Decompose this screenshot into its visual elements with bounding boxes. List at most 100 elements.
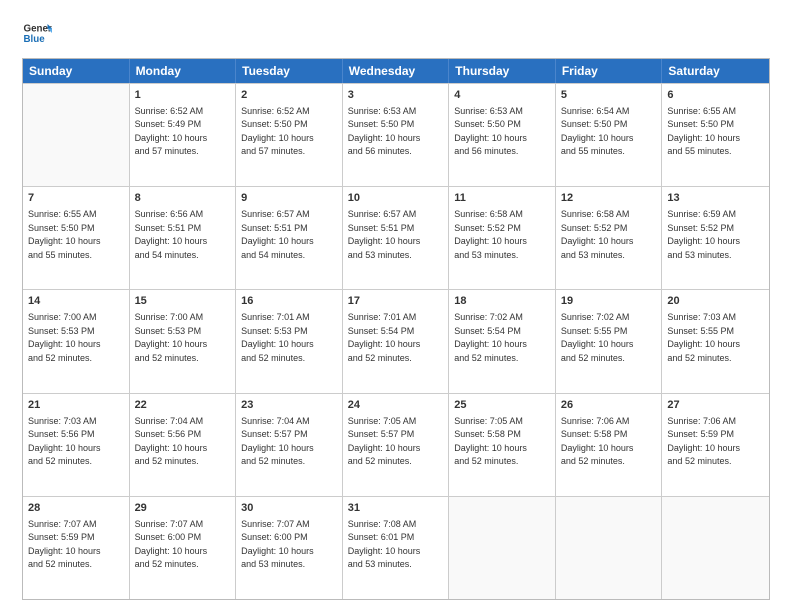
day-info: Sunrise: 6:58 AM Sunset: 5:52 PM Dayligh…	[454, 208, 550, 262]
day-number: 29	[135, 501, 231, 517]
calendar-cell: 27Sunrise: 7:06 AM Sunset: 5:59 PM Dayli…	[662, 394, 769, 496]
day-info: Sunrise: 7:07 AM Sunset: 6:00 PM Dayligh…	[241, 518, 337, 572]
weekday-header-wednesday: Wednesday	[343, 59, 450, 83]
day-info: Sunrise: 6:55 AM Sunset: 5:50 PM Dayligh…	[28, 208, 124, 262]
day-number: 17	[348, 294, 444, 310]
calendar-cell: 6Sunrise: 6:55 AM Sunset: 5:50 PM Daylig…	[662, 84, 769, 186]
day-info: Sunrise: 7:02 AM Sunset: 5:55 PM Dayligh…	[561, 311, 657, 365]
calendar-cell: 10Sunrise: 6:57 AM Sunset: 5:51 PM Dayli…	[343, 187, 450, 289]
day-info: Sunrise: 7:04 AM Sunset: 5:56 PM Dayligh…	[135, 415, 231, 469]
day-info: Sunrise: 7:03 AM Sunset: 5:56 PM Dayligh…	[28, 415, 124, 469]
day-info: Sunrise: 7:07 AM Sunset: 5:59 PM Dayligh…	[28, 518, 124, 572]
day-info: Sunrise: 7:01 AM Sunset: 5:54 PM Dayligh…	[348, 311, 444, 365]
calendar-cell: 17Sunrise: 7:01 AM Sunset: 5:54 PM Dayli…	[343, 290, 450, 392]
day-number: 21	[28, 398, 124, 414]
day-number: 28	[28, 501, 124, 517]
calendar-cell: 26Sunrise: 7:06 AM Sunset: 5:58 PM Dayli…	[556, 394, 663, 496]
day-number: 24	[348, 398, 444, 414]
calendar-body: 1Sunrise: 6:52 AM Sunset: 5:49 PM Daylig…	[23, 83, 769, 599]
day-info: Sunrise: 7:07 AM Sunset: 6:00 PM Dayligh…	[135, 518, 231, 572]
calendar-cell: 2Sunrise: 6:52 AM Sunset: 5:50 PM Daylig…	[236, 84, 343, 186]
calendar-cell: 8Sunrise: 6:56 AM Sunset: 5:51 PM Daylig…	[130, 187, 237, 289]
day-number: 27	[667, 398, 764, 414]
calendar-cell: 11Sunrise: 6:58 AM Sunset: 5:52 PM Dayli…	[449, 187, 556, 289]
day-info: Sunrise: 7:08 AM Sunset: 6:01 PM Dayligh…	[348, 518, 444, 572]
calendar-cell: 4Sunrise: 6:53 AM Sunset: 5:50 PM Daylig…	[449, 84, 556, 186]
logo-icon: General Blue	[22, 18, 52, 48]
calendar-row-3: 14Sunrise: 7:00 AM Sunset: 5:53 PM Dayli…	[23, 289, 769, 392]
day-info: Sunrise: 6:54 AM Sunset: 5:50 PM Dayligh…	[561, 105, 657, 159]
calendar-cell: 13Sunrise: 6:59 AM Sunset: 5:52 PM Dayli…	[662, 187, 769, 289]
day-number: 20	[667, 294, 764, 310]
weekday-header-friday: Friday	[556, 59, 663, 83]
day-number: 9	[241, 191, 337, 207]
day-info: Sunrise: 7:01 AM Sunset: 5:53 PM Dayligh…	[241, 311, 337, 365]
weekday-header-saturday: Saturday	[662, 59, 769, 83]
calendar-row-1: 1Sunrise: 6:52 AM Sunset: 5:49 PM Daylig…	[23, 83, 769, 186]
day-number: 1	[135, 88, 231, 104]
day-info: Sunrise: 6:52 AM Sunset: 5:49 PM Dayligh…	[135, 105, 231, 159]
header: General Blue	[22, 18, 770, 48]
day-number: 26	[561, 398, 657, 414]
calendar-cell	[556, 497, 663, 599]
day-number: 18	[454, 294, 550, 310]
calendar-cell: 23Sunrise: 7:04 AM Sunset: 5:57 PM Dayli…	[236, 394, 343, 496]
calendar: SundayMondayTuesdayWednesdayThursdayFrid…	[22, 58, 770, 600]
day-info: Sunrise: 7:04 AM Sunset: 5:57 PM Dayligh…	[241, 415, 337, 469]
day-number: 10	[348, 191, 444, 207]
day-info: Sunrise: 6:57 AM Sunset: 5:51 PM Dayligh…	[348, 208, 444, 262]
day-info: Sunrise: 6:56 AM Sunset: 5:51 PM Dayligh…	[135, 208, 231, 262]
weekday-header-sunday: Sunday	[23, 59, 130, 83]
weekday-header-thursday: Thursday	[449, 59, 556, 83]
day-number: 7	[28, 191, 124, 207]
calendar-cell: 25Sunrise: 7:05 AM Sunset: 5:58 PM Dayli…	[449, 394, 556, 496]
day-number: 19	[561, 294, 657, 310]
day-info: Sunrise: 7:03 AM Sunset: 5:55 PM Dayligh…	[667, 311, 764, 365]
day-number: 23	[241, 398, 337, 414]
svg-text:Blue: Blue	[24, 34, 46, 45]
calendar-cell: 30Sunrise: 7:07 AM Sunset: 6:00 PM Dayli…	[236, 497, 343, 599]
calendar-cell	[449, 497, 556, 599]
calendar-cell: 7Sunrise: 6:55 AM Sunset: 5:50 PM Daylig…	[23, 187, 130, 289]
day-number: 14	[28, 294, 124, 310]
weekday-header-monday: Monday	[130, 59, 237, 83]
calendar-cell: 12Sunrise: 6:58 AM Sunset: 5:52 PM Dayli…	[556, 187, 663, 289]
day-number: 25	[454, 398, 550, 414]
day-number: 4	[454, 88, 550, 104]
calendar-cell: 3Sunrise: 6:53 AM Sunset: 5:50 PM Daylig…	[343, 84, 450, 186]
day-info: Sunrise: 6:55 AM Sunset: 5:50 PM Dayligh…	[667, 105, 764, 159]
day-number: 2	[241, 88, 337, 104]
calendar-cell: 9Sunrise: 6:57 AM Sunset: 5:51 PM Daylig…	[236, 187, 343, 289]
calendar-cell	[23, 84, 130, 186]
day-info: Sunrise: 7:06 AM Sunset: 5:58 PM Dayligh…	[561, 415, 657, 469]
calendar-cell: 24Sunrise: 7:05 AM Sunset: 5:57 PM Dayli…	[343, 394, 450, 496]
day-number: 3	[348, 88, 444, 104]
day-number: 16	[241, 294, 337, 310]
day-number: 6	[667, 88, 764, 104]
calendar-cell: 20Sunrise: 7:03 AM Sunset: 5:55 PM Dayli…	[662, 290, 769, 392]
day-number: 31	[348, 501, 444, 517]
calendar-cell: 16Sunrise: 7:01 AM Sunset: 5:53 PM Dayli…	[236, 290, 343, 392]
day-number: 11	[454, 191, 550, 207]
day-info: Sunrise: 7:06 AM Sunset: 5:59 PM Dayligh…	[667, 415, 764, 469]
day-info: Sunrise: 7:05 AM Sunset: 5:58 PM Dayligh…	[454, 415, 550, 469]
day-number: 22	[135, 398, 231, 414]
calendar-cell: 1Sunrise: 6:52 AM Sunset: 5:49 PM Daylig…	[130, 84, 237, 186]
calendar-cell: 19Sunrise: 7:02 AM Sunset: 5:55 PM Dayli…	[556, 290, 663, 392]
day-number: 30	[241, 501, 337, 517]
day-info: Sunrise: 6:57 AM Sunset: 5:51 PM Dayligh…	[241, 208, 337, 262]
calendar-cell	[662, 497, 769, 599]
calendar-cell: 21Sunrise: 7:03 AM Sunset: 5:56 PM Dayli…	[23, 394, 130, 496]
weekday-header-tuesday: Tuesday	[236, 59, 343, 83]
calendar-cell: 18Sunrise: 7:02 AM Sunset: 5:54 PM Dayli…	[449, 290, 556, 392]
calendar-header: SundayMondayTuesdayWednesdayThursdayFrid…	[23, 59, 769, 83]
day-info: Sunrise: 7:02 AM Sunset: 5:54 PM Dayligh…	[454, 311, 550, 365]
day-info: Sunrise: 7:00 AM Sunset: 5:53 PM Dayligh…	[28, 311, 124, 365]
day-number: 8	[135, 191, 231, 207]
calendar-cell: 28Sunrise: 7:07 AM Sunset: 5:59 PM Dayli…	[23, 497, 130, 599]
day-number: 5	[561, 88, 657, 104]
calendar-cell: 29Sunrise: 7:07 AM Sunset: 6:00 PM Dayli…	[130, 497, 237, 599]
logo: General Blue	[22, 18, 52, 48]
day-info: Sunrise: 6:53 AM Sunset: 5:50 PM Dayligh…	[348, 105, 444, 159]
calendar-cell: 14Sunrise: 7:00 AM Sunset: 5:53 PM Dayli…	[23, 290, 130, 392]
